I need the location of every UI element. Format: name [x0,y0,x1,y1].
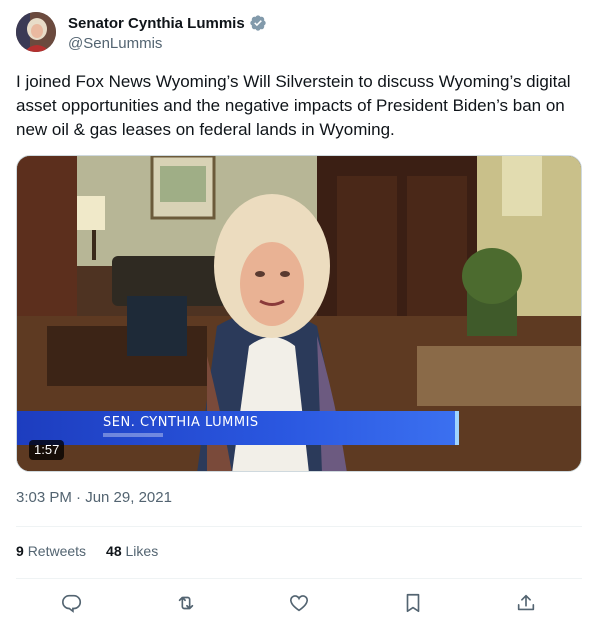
avatar[interactable] [16,12,56,52]
video-duration: 1:57 [29,440,65,460]
divider [16,578,582,579]
news-lower-third: SEN. CYNTHIA LUMMIS [17,411,459,445]
retweet-icon [178,596,193,610]
reply-button[interactable] [60,588,84,618]
bookmark-button[interactable] [401,588,425,618]
tweet-actions [16,588,582,618]
bookmark-icon [406,593,419,613]
likes-label: Likes [125,543,159,559]
likes-stat[interactable]: 48 Likes [106,543,158,559]
like-button[interactable] [287,588,311,618]
tweet-header: Senator Cynthia Lummis @SenLummis [16,12,582,52]
author-name[interactable]: Senator Cynthia Lummis [68,15,245,32]
retweets-label: Retweets [27,543,87,559]
like-icon [289,595,309,612]
share-button[interactable] [514,588,538,618]
retweet-button[interactable] [174,588,198,618]
likes-count: 48 [106,543,122,559]
tweet-timestamp[interactable]: 3:03 PM · Jun 29, 2021 [16,489,172,506]
author-handle[interactable]: @SenLummis [68,35,267,52]
reply-icon [62,594,82,613]
share-icon [517,594,535,611]
retweets-stat[interactable]: 9 Retweets [16,543,86,559]
lower-third-name: SEN. CYNTHIA LUMMIS [103,414,259,431]
lower-third-subtitle [103,433,163,437]
video-player[interactable]: SEN. CYNTHIA LUMMIS 1:57 [16,155,582,472]
divider [16,526,582,527]
tweet-stats: 9 Retweets 48 Likes [16,543,158,559]
retweets-count: 9 [16,543,24,559]
tweet-text: I joined Fox News Wyoming’s Will Silvers… [16,72,571,139]
verified-badge-icon [250,15,266,31]
